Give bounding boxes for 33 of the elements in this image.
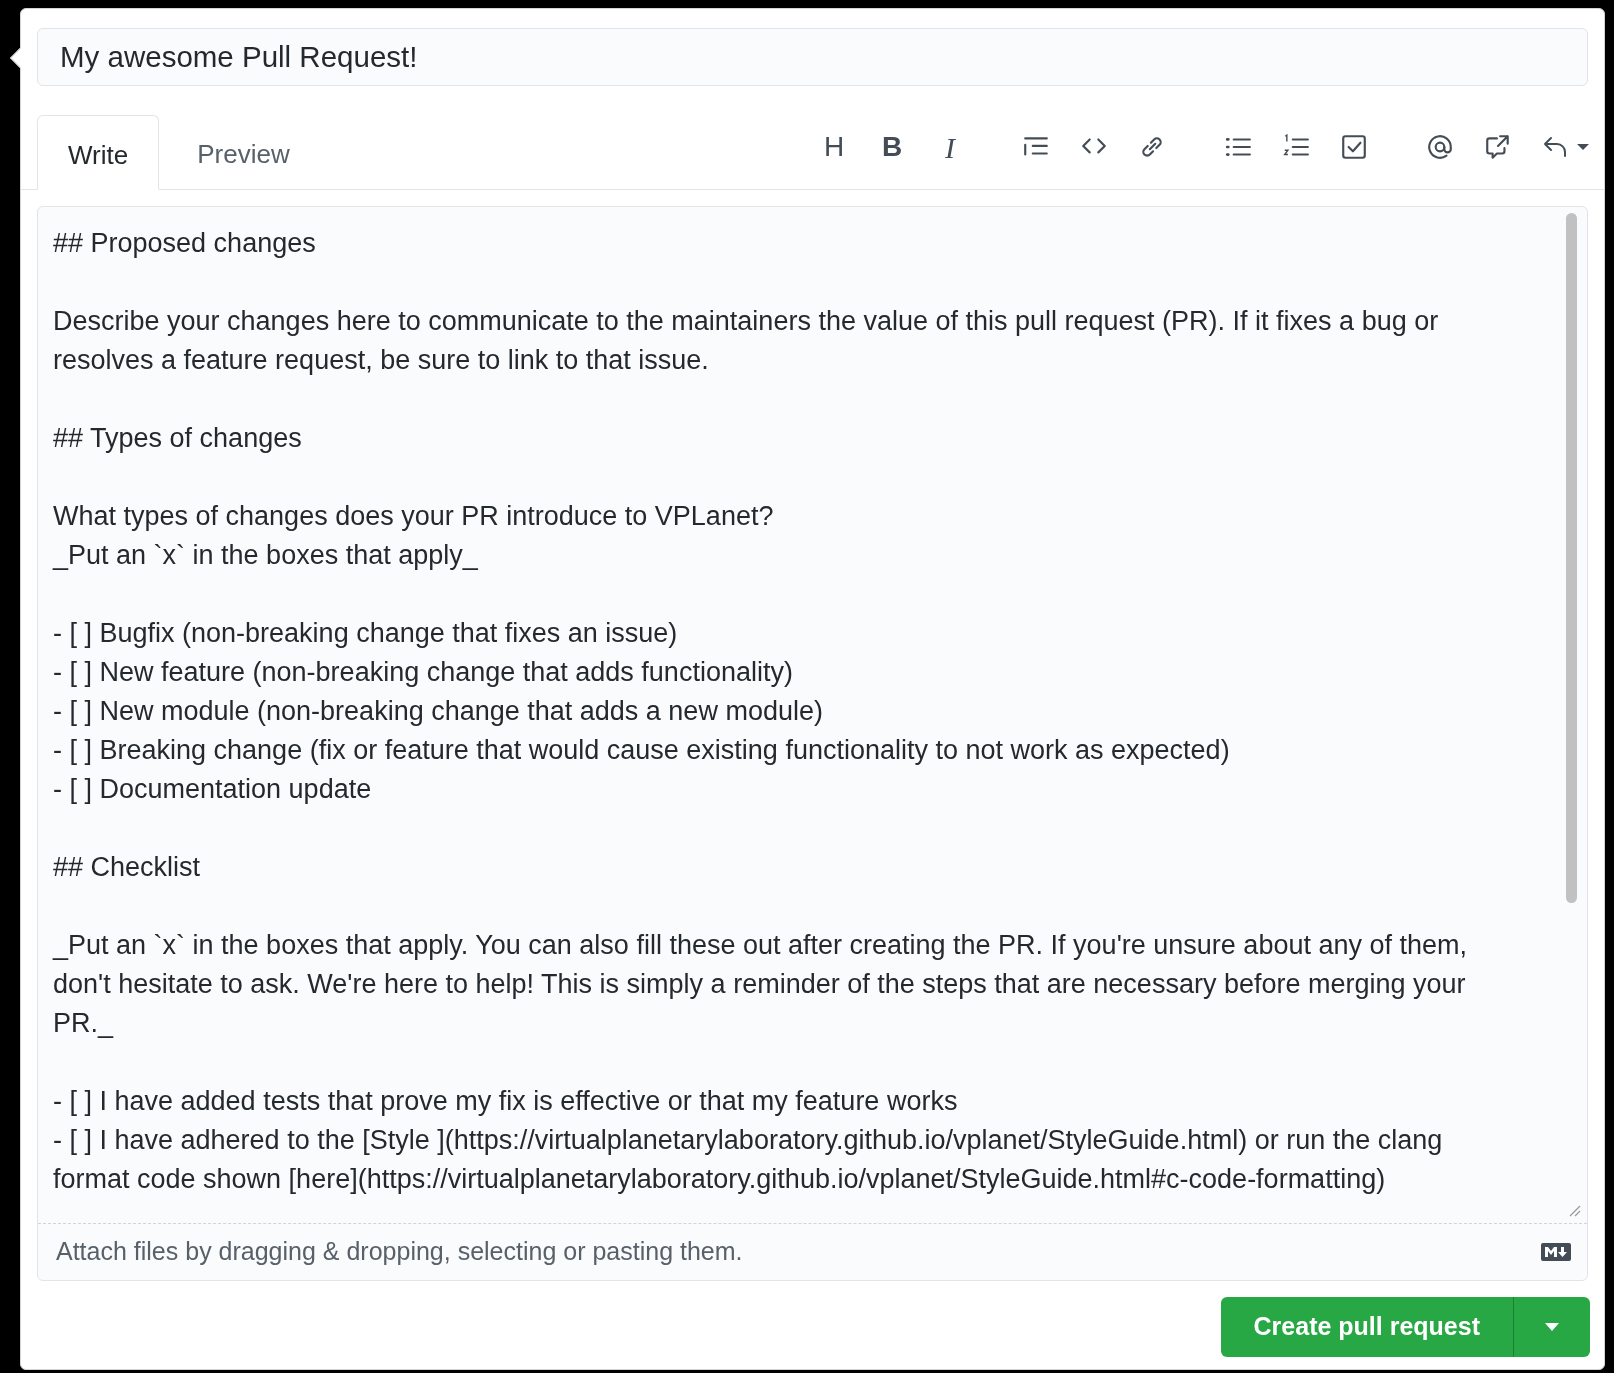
editor-text-line: format code shown [here](https://virtualplanetarylaboratory.github.io/vplanet/StyleGuide.html#c-code-formatting) <box>53 1163 1387 1196</box>
bold-button[interactable]: B <box>878 132 906 162</box>
caret-icon <box>1545 1323 1559 1331</box>
heading-button[interactable]: H <box>820 132 848 162</box>
resize-handle-icon[interactable] <box>1567 1203 1581 1217</box>
task-icon[interactable] <box>1340 132 1368 162</box>
editor-text-line: resolves a feature request, be sure to link to that issue. <box>53 344 710 377</box>
editor-text-line: - [ ] I have adhered to the [Style ](https://virtualplanetarylaboratory.github.io/vplanet/StyleGuide.html) or run the clang <box>53 1124 1444 1157</box>
editor-text-line: - [ ] Bugfix (non-breaking change that fixes an issue) <box>53 617 679 650</box>
editor-text-line: ## Types of changes <box>53 422 303 455</box>
editor-text-line: Describe your changes here to communicate to the maintainers the value of this pull request (PR). If it fixes a bug or <box>53 305 1440 338</box>
attach-files-hint: Attach files by dragging & dropping, selecting or pasting them. <box>56 1236 743 1268</box>
editor-text-line: _Put an `x` in the boxes that apply_ <box>53 539 479 572</box>
editor-text-line: What types of changes does your PR introduce to VPLanet? <box>53 500 775 533</box>
title-field[interactable]: My awesome Pull Request! <box>37 28 1588 86</box>
editor-tab[interactable]: Write <box>37 115 160 190</box>
scrollbar-thumb[interactable] <box>1566 213 1577 903</box>
editor-text-line: ## Proposed changes <box>53 227 317 260</box>
editor-text-line: - [ ] Breaking change (fix or feature that would cause existing functionality to not work as expected) <box>53 734 1231 767</box>
editor-text-line: PR._ <box>53 1007 115 1040</box>
editor-text-line: - [ ] I have added tests that prove my fix is effective or that my feature works <box>53 1085 959 1118</box>
mention-icon[interactable] <box>1426 132 1454 162</box>
editor-text-line: don't hesitate to ask. We're here to help! This is simply a reminder of the steps that are necessary before merging your <box>53 968 1467 1001</box>
editor-text-line: - [ ] New feature (non-breaking change that adds functionality) <box>53 656 794 689</box>
markdown-icon <box>1541 1243 1571 1261</box>
italic-button[interactable]: I <box>936 132 964 162</box>
reference-icon[interactable] <box>1484 132 1512 162</box>
comment-editor[interactable] <box>37 206 1588 1281</box>
editor-text-line: - [ ] New module (non-breaking change that adds a new module) <box>53 695 824 728</box>
editor-text-line: - [ ] Documentation update <box>53 773 373 806</box>
editor-tab[interactable]: Preview <box>159 114 328 189</box>
editor-text-line: ## Checklist <box>53 851 202 884</box>
editor-text-line: _Put an `x` in the boxes that apply. You can also fill these out after creating the PR. If you're unsure about any of them, <box>53 929 1468 962</box>
